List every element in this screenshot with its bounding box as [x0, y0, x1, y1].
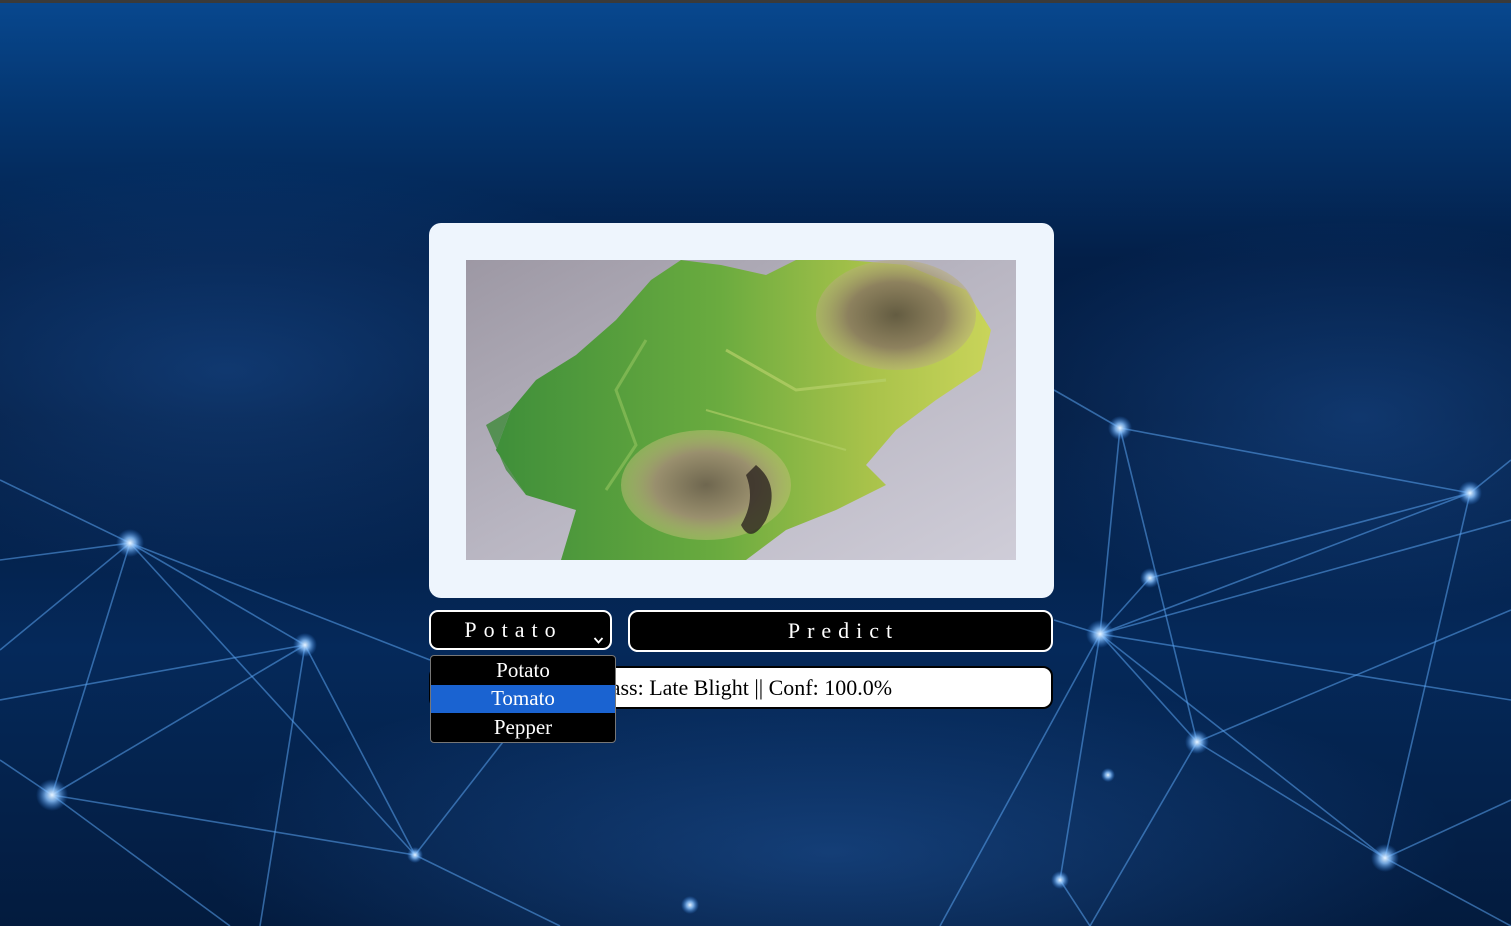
uploaded-leaf-image [466, 260, 1016, 560]
image-card [429, 223, 1054, 598]
predict-button[interactable]: Predict [628, 610, 1053, 652]
crop-select-dropdown: Potato Tomato Pepper [430, 655, 616, 743]
dropdown-option-potato[interactable]: Potato [431, 656, 615, 685]
dropdown-option-pepper[interactable]: Pepper [431, 713, 615, 742]
crop-select[interactable]: Potato [429, 610, 612, 650]
dropdown-option-tomato[interactable]: Tomato [431, 684, 615, 713]
chevron-down-icon [593, 625, 604, 651]
crop-select-value: Potato [464, 617, 563, 642]
prediction-result-text: Class: Late Blight || Conf: 100.0% [589, 674, 893, 700]
